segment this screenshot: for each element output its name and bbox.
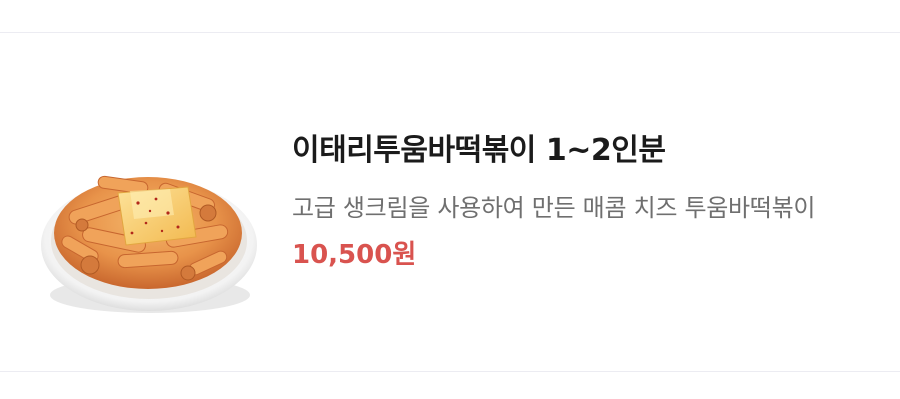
menu-page: 이태리투움바떡볶이 1~2인분 고급 생크림을 사용하여 만든 매콤 치즈 투움… [0, 0, 900, 399]
menu-info: 이태리투움바떡볶이 1~2인분 고급 생크림을 사용하여 만든 매콤 치즈 투움… [292, 131, 872, 273]
menu-title: 이태리투움바떡볶이 1~2인분 [292, 133, 666, 168]
menu-item-card[interactable]: 이태리투움바떡볶이 1~2인분 고급 생크림을 사용하여 만든 매콤 치즈 투움… [0, 33, 900, 371]
tteokbokki-dish-image [41, 175, 257, 313]
menu-description: 고급 생크림을 사용하여 만든 매콤 치즈 투움바떡볶이 [292, 194, 816, 222]
bottom-divider [0, 371, 900, 372]
menu-price: 10,500원 [292, 240, 417, 270]
